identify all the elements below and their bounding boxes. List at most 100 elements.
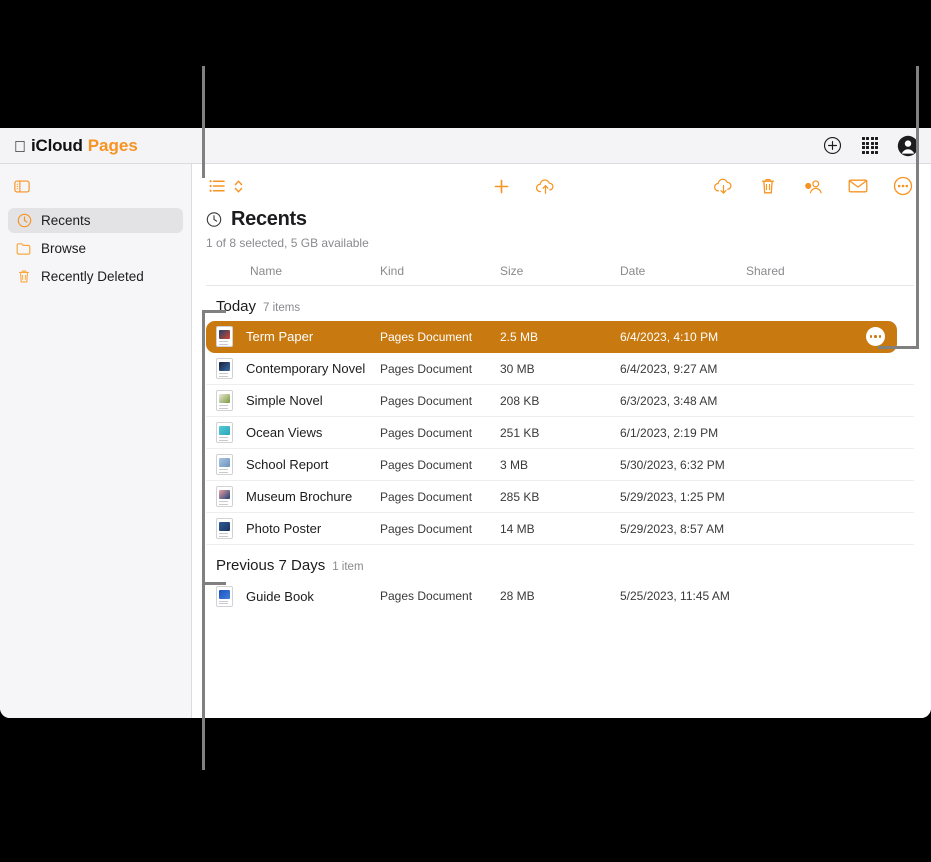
sidebar-item-label: Recently Deleted [41,269,144,284]
document-thumbnail-icon [216,422,233,443]
file-kind-cell: Pages Document [380,361,473,376]
brand-logo[interactable]:  iCloud Pages [14,136,138,156]
file-name-label: Museum Brochure [246,489,353,504]
cloud-upload-icon[interactable] [534,175,556,197]
add-circle-icon[interactable] [821,135,843,157]
clock-icon [16,213,32,229]
sidebar-item-browse[interactable]: Browse [8,236,183,261]
brand-app-label: Pages [75,135,138,155]
file-name-cell: Simple Novel [206,390,380,411]
document-thumbnail-icon [216,454,233,475]
table-column-headers: Name Kind Size Date Shared [206,264,914,286]
content-toolbar [192,164,931,208]
file-size-cell: 251 KB [500,425,540,440]
file-name-label: Ocean Views [246,425,323,440]
document-thumbnail-icon [216,518,233,539]
group-name-label: Previous 7 Days [216,557,326,574]
file-size-cell: 3 MB [500,457,529,472]
page-subtitle: 1 of 8 selected, 5 GB available [206,236,369,250]
file-name-cell: Contemporary Novel [206,358,380,379]
file-name-label: School Report [246,457,329,472]
apple-logo-icon:  [14,139,26,156]
table-row[interactable]: Simple Novel Pages Document 208 KB 6/3/2023… [206,385,914,417]
file-kind-cell: Pages Document [380,521,473,536]
column-header-size[interactable]: Size [500,264,620,278]
group-count-label: 1 item [332,561,364,573]
folder-icon [16,241,32,257]
column-header-name[interactable]: Name [206,264,380,278]
document-thumbnail-icon [216,585,233,607]
document-thumbnail-icon [216,326,233,347]
file-name-label: Term Paper [246,329,314,344]
trash-icon [16,269,32,285]
sidebar-toggle-row [0,164,191,208]
file-name-cell: Photo Poster [206,518,380,539]
file-size-cell: 285 KB [500,489,540,504]
file-size-cell: 30 MB [500,361,535,376]
callout-line-row-menu-vert [916,66,919,349]
cloud-download-icon[interactable] [712,175,734,197]
delete-trash-icon[interactable] [757,175,779,197]
file-date-cell: 5/29/2023, 1:25 PM [620,489,725,504]
file-date-cell: 5/25/2023, 11:45 AM [620,589,730,603]
file-name-cell: Term Paper [206,326,380,347]
sidebar-item-label: Browse [41,241,87,256]
file-name-cell: School Report [206,454,380,475]
mail-envelope-icon[interactable] [847,175,869,197]
file-table: Name Kind Size Date Shared Today 7 items T… [192,264,931,612]
group-header[interactable]: Today 7 items [206,286,914,321]
file-kind-cell: Pages Document [380,329,473,344]
file-name-cell: Ocean Views [206,422,380,443]
table-row[interactable]: Photo Poster Pages Document 14 MB 5/29/2023… [206,513,914,545]
file-date-cell: 5/29/2023, 8:57 AM [620,521,725,536]
clock-icon [206,212,222,228]
document-thumbnail-icon [216,486,233,507]
sidebar-toggle-icon[interactable] [14,178,30,194]
sidebar-item-recently-deleted[interactable]: Recently Deleted [8,264,183,289]
row-more-options-icon[interactable] [866,327,885,346]
app-grid-icon[interactable] [859,135,881,157]
file-date-cell: 6/1/2023, 2:19 PM [620,425,719,440]
file-date-cell: 6/4/2023, 9:27 AM [620,361,718,376]
callout-line-today-branch [202,310,226,313]
column-header-date[interactable]: Date [620,264,746,278]
table-row[interactable]: Term Paper Pages Document 2.5 MB 6/4/2023, … [206,321,897,353]
file-date-cell: 5/30/2023, 6:32 PM [620,457,725,472]
document-thumbnail-icon [216,390,233,411]
app-header-bar:  iCloud Pages [0,128,931,164]
group-count-label: 7 items [263,302,301,314]
list-view-icon[interactable] [206,175,228,197]
file-name-cell: Museum Brochure [206,486,380,507]
share-person-icon[interactable] [802,175,824,197]
table-row[interactable]: Guide Book Pages Document 28 MB 5/25/2023, … [206,580,914,612]
group-header[interactable]: Previous 7 Days 1 item [206,545,914,580]
column-header-kind[interactable]: Kind [380,264,500,278]
file-name-label: Guide Book [246,588,314,604]
callout-line-row-menu-horiz [878,346,919,349]
table-row[interactable]: Contemporary Novel Pages Document 30 MB 6/4… [206,353,914,385]
page-title-label: Recents [231,208,307,230]
file-kind-cell: Pages Document [380,489,473,504]
more-options-icon[interactable] [892,175,914,197]
callout-line-groups-vert [202,310,205,770]
toolbar-center-actions [490,175,556,197]
file-groups: Today 7 items Term Paper Pages Document 2.5 … [206,286,914,612]
file-size-cell: 14 MB [500,521,535,536]
table-row[interactable]: School Report Pages Document 3 MB 5/30/2023… [206,449,914,481]
callout-line-previous-branch [202,582,226,585]
view-options-control[interactable] [206,175,244,197]
file-date-cell: 6/3/2023, 3:48 AM [620,393,718,408]
screenshot-stage:  iCloud Pages [0,0,931,862]
file-name-label: Photo Poster [246,521,322,536]
sidebar-item-recents[interactable]: Recents [8,208,183,233]
table-row[interactable]: Museum Brochure Pages Document 285 KB 5/29/… [206,481,914,513]
callout-line-view-options [202,66,205,178]
column-header-shared[interactable]: Shared [746,264,914,278]
brand-icloud-label: iCloud [19,135,83,155]
table-row[interactable]: Ocean Views Pages Document 251 KB 6/1/2023,… [206,417,914,449]
file-date-cell: 6/4/2023, 4:10 PM [620,329,719,344]
sort-chevrons-icon[interactable] [233,175,244,197]
file-kind-cell: Pages Document [380,425,473,440]
document-thumbnail-icon [216,358,233,379]
new-document-icon[interactable] [490,175,512,197]
